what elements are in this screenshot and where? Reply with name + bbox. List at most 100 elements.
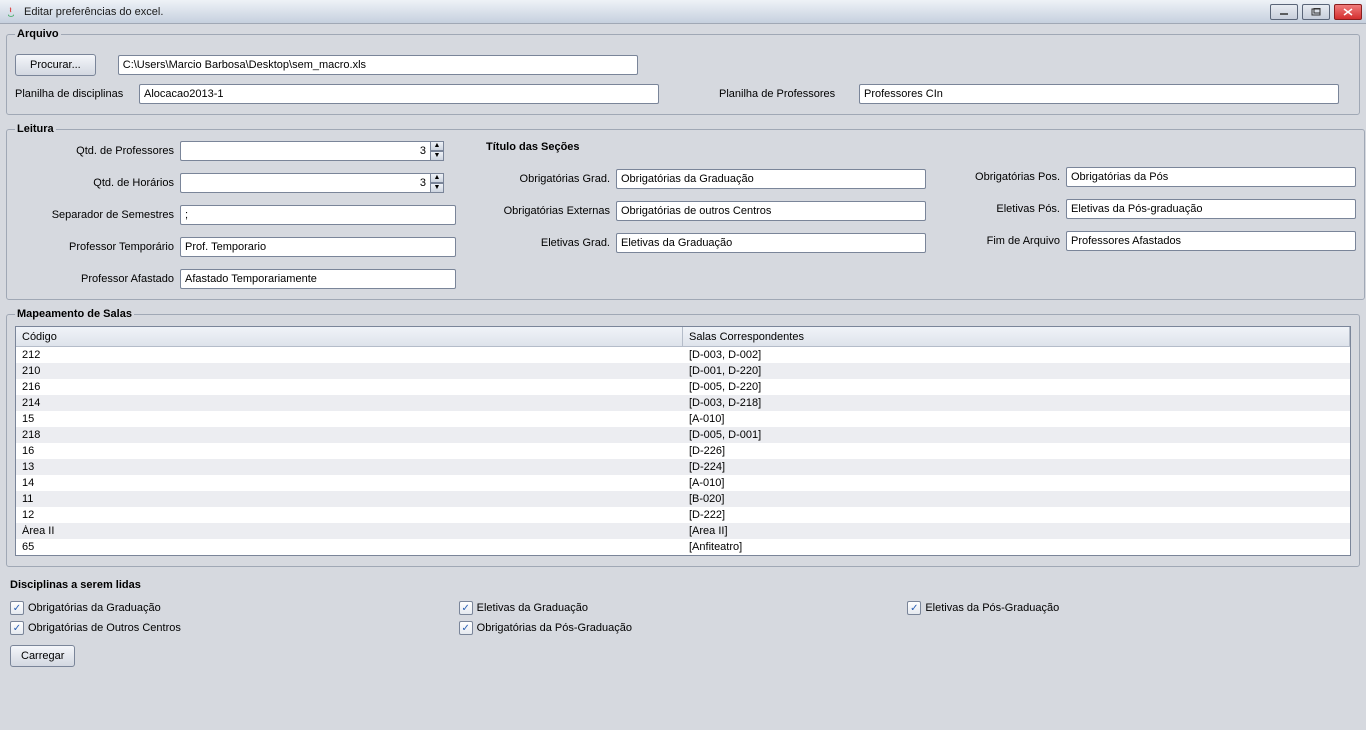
leitura-legend: Leitura	[15, 123, 56, 135]
cell-codigo: 12	[16, 509, 683, 521]
titulo-secoes-label: Título das Seções	[486, 141, 926, 153]
separador-label: Separador de Semestres	[15, 209, 180, 221]
chk-obrig-outros[interactable]: ✓	[10, 621, 24, 635]
cell-codigo: 15	[16, 413, 683, 425]
cell-codigo: 212	[16, 349, 683, 361]
cell-codigo: 210	[16, 365, 683, 377]
prof-temp-label: Professor Temporário	[15, 241, 180, 253]
mapeamento-panel: Mapeamento de Salas Código Salas Corresp…	[6, 308, 1360, 567]
maximize-button[interactable]	[1302, 4, 1330, 20]
disciplinas-title: Disciplinas a serem lidas	[10, 579, 1356, 591]
table-row[interactable]: 14[A-010]	[16, 475, 1350, 491]
carregar-button[interactable]: Carregar	[10, 645, 75, 667]
window-title: Editar preferências do excel.	[24, 6, 163, 18]
planilha-disciplinas-label: Planilha de disciplinas	[15, 88, 139, 100]
cell-salas: [D-003, D-002]	[683, 349, 1350, 361]
table-row[interactable]: 11[B-020]	[16, 491, 1350, 507]
elet-pos-label: Eletivas Pós.	[956, 203, 1066, 215]
table-row[interactable]: 210[D-001, D-220]	[16, 363, 1350, 379]
column-codigo[interactable]: Código	[16, 327, 683, 346]
cell-codigo: 14	[16, 477, 683, 489]
elet-grad-label: Eletivas Grad.	[486, 237, 616, 249]
obrig-ext-input[interactable]	[616, 201, 926, 221]
chk-obrig-pos-label: Obrigatórias da Pós-Graduação	[477, 622, 632, 634]
cell-salas: [A-010]	[683, 477, 1350, 489]
cell-salas: [D-224]	[683, 461, 1350, 473]
obrig-grad-input[interactable]	[616, 169, 926, 189]
planilha-disciplinas-input[interactable]	[139, 84, 659, 104]
prof-temp-input[interactable]	[180, 237, 456, 257]
spinner-up-icon[interactable]: ▲	[430, 141, 444, 151]
column-salas[interactable]: Salas Correspondentes	[683, 327, 1350, 346]
cell-salas: [Area II]	[683, 525, 1350, 537]
obrig-grad-label: Obrigatórias Grad.	[486, 173, 616, 185]
table-row[interactable]: 218[D-005, D-001]	[16, 427, 1350, 443]
table-row[interactable]: 13[D-224]	[16, 459, 1350, 475]
table-row[interactable]: 212[D-003, D-002]	[16, 347, 1350, 363]
chk-elet-pos-label: Eletivas da Pós-Graduação	[925, 602, 1059, 614]
cell-salas: [B-020]	[683, 493, 1350, 505]
close-button[interactable]	[1334, 4, 1362, 20]
planilha-professores-input[interactable]	[859, 84, 1339, 104]
cell-salas: [D-001, D-220]	[683, 365, 1350, 377]
arquivo-panel: Arquivo Procurar... Planilha de discipli…	[6, 28, 1360, 115]
cell-codigo: 65	[16, 541, 683, 553]
minimize-button[interactable]	[1270, 4, 1298, 20]
cell-codigo: 11	[16, 493, 683, 505]
chk-obrig-grad[interactable]: ✓	[10, 601, 24, 615]
table-row[interactable]: 65[Anfiteatro]	[16, 539, 1350, 555]
cell-salas: [D-005, D-220]	[683, 381, 1350, 393]
cell-salas: [Anfiteatro]	[683, 541, 1350, 553]
qtd-professores-label: Qtd. de Professores	[15, 145, 180, 157]
table-row[interactable]: 15[A-010]	[16, 411, 1350, 427]
titlebar: Editar preferências do excel.	[0, 0, 1366, 24]
planilha-professores-label: Planilha de Professores	[719, 88, 859, 100]
obrig-ext-label: Obrigatórias Externas	[486, 205, 616, 217]
table-row[interactable]: 216[D-005, D-220]	[16, 379, 1350, 395]
fim-arq-label: Fim de Arquivo	[956, 235, 1066, 247]
chk-elet-grad-label: Eletivas da Graduação	[477, 602, 588, 614]
prof-afast-label: Professor Afastado	[15, 273, 180, 285]
java-icon	[4, 5, 18, 19]
elet-pos-input[interactable]	[1066, 199, 1356, 219]
disciplinas-section: Disciplinas a serem lidas ✓ Obrigatórias…	[6, 575, 1360, 673]
table-body[interactable]: 212[D-003, D-002]210[D-001, D-220]216[D-…	[16, 347, 1350, 555]
spinner-down-icon[interactable]: ▼	[430, 151, 444, 161]
chk-elet-pos[interactable]: ✓	[907, 601, 921, 615]
table-row[interactable]: 16[D-226]	[16, 443, 1350, 459]
cell-salas: [A-010]	[683, 413, 1350, 425]
spinner-up-icon[interactable]: ▲	[430, 173, 444, 183]
cell-codigo: 214	[16, 397, 683, 409]
chk-obrig-grad-label: Obrigatórias da Graduação	[28, 602, 161, 614]
chk-elet-grad[interactable]: ✓	[459, 601, 473, 615]
cell-salas: [D-226]	[683, 445, 1350, 457]
salas-table: Código Salas Correspondentes 212[D-003, …	[15, 326, 1351, 556]
cell-codigo: 16	[16, 445, 683, 457]
obrig-pos-input[interactable]	[1066, 167, 1356, 187]
cell-salas: [D-005, D-001]	[683, 429, 1350, 441]
prof-afast-input[interactable]	[180, 269, 456, 289]
browse-button[interactable]: Procurar...	[15, 54, 96, 76]
obrig-pos-label: Obrigatórias Pos.	[956, 171, 1066, 183]
separador-input[interactable]	[180, 205, 456, 225]
cell-codigo: Área II	[16, 525, 683, 537]
leitura-panel: Leitura Qtd. de Professores ▲ ▼ Qtd. de …	[6, 123, 1365, 300]
fim-arq-input[interactable]	[1066, 231, 1356, 251]
cell-codigo: 13	[16, 461, 683, 473]
qtd-professores-input[interactable]	[180, 141, 430, 161]
cell-codigo: 216	[16, 381, 683, 393]
arquivo-legend: Arquivo	[15, 28, 61, 40]
file-path-input[interactable]	[118, 55, 638, 75]
qtd-horarios-label: Qtd. de Horários	[15, 177, 180, 189]
qtd-horarios-input[interactable]	[180, 173, 430, 193]
table-row[interactable]: 214[D-003, D-218]	[16, 395, 1350, 411]
spinner-down-icon[interactable]: ▼	[430, 183, 444, 193]
table-row[interactable]: Área II[Area II]	[16, 523, 1350, 539]
table-row[interactable]: 12[D-222]	[16, 507, 1350, 523]
cell-salas: [D-222]	[683, 509, 1350, 521]
elet-grad-input[interactable]	[616, 233, 926, 253]
chk-obrig-outros-label: Obrigatórias de Outros Centros	[28, 622, 181, 634]
cell-codigo: 218	[16, 429, 683, 441]
chk-obrig-pos[interactable]: ✓	[459, 621, 473, 635]
cell-salas: [D-003, D-218]	[683, 397, 1350, 409]
